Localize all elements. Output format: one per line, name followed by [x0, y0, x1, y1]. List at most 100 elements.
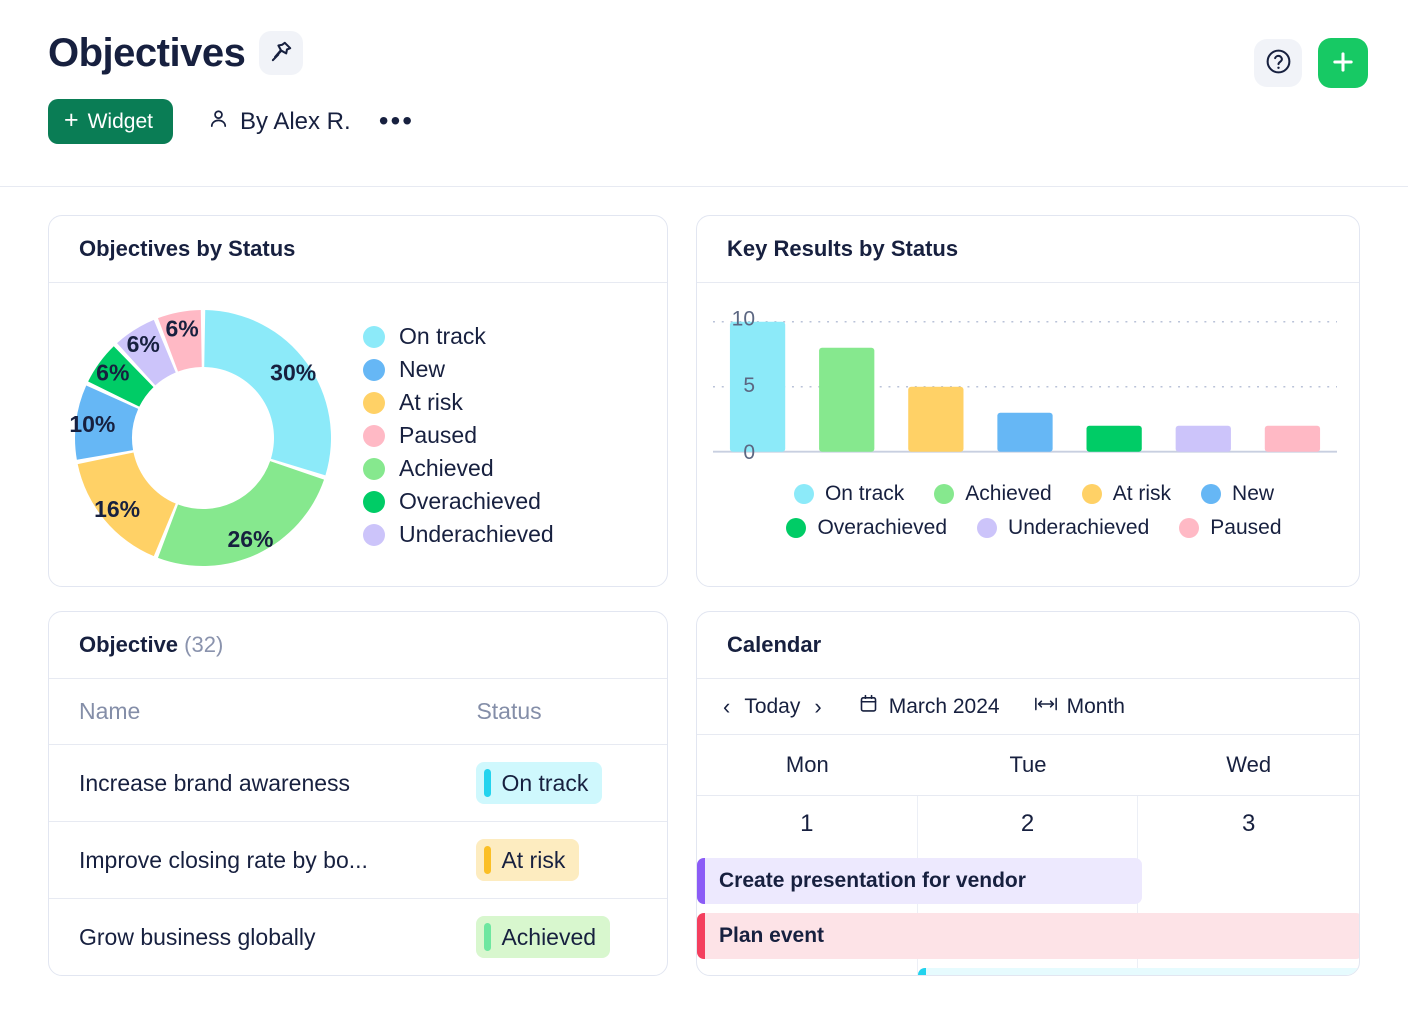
- legend-color-dot: [363, 326, 385, 348]
- legend-color-dot: [794, 484, 814, 504]
- calendar-body: 123 Create presentation for vendorPlan e…: [697, 796, 1359, 975]
- table-row[interactable]: Improve closing rate by bo... At risk: [49, 822, 667, 899]
- more-options-button[interactable]: •••: [373, 105, 420, 138]
- legend-color-dot: [363, 458, 385, 480]
- legend-item[interactable]: On track: [794, 482, 904, 506]
- add-widget-button[interactable]: + Widget: [48, 99, 173, 144]
- bar[interactable]: [819, 348, 874, 452]
- legend-color-dot: [1082, 484, 1102, 504]
- calendar-event[interactable]: Plan event: [697, 913, 1360, 959]
- card-key-results-by-status: Key Results by Status 0510 On trackAchie…: [696, 215, 1360, 587]
- legend-item[interactable]: New: [363, 356, 667, 383]
- card-body: 30%26%16%10%6%6%6% On trackNewAt riskPau…: [49, 283, 667, 586]
- objective-name-cell: Improve closing rate by bo...: [49, 822, 446, 899]
- owner-filter[interactable]: By Alex R.: [207, 107, 351, 137]
- legend-item[interactable]: Underachieved: [363, 521, 667, 548]
- table-row[interactable]: Increase brand awareness On track: [49, 745, 667, 822]
- legend-item[interactable]: At risk: [363, 389, 667, 416]
- legend-label: On track: [825, 482, 904, 506]
- calendar-day-name: Tue: [918, 735, 1139, 795]
- bar[interactable]: [1087, 426, 1142, 452]
- card-objectives-by-status: Objectives by Status 30%26%16%10%6%6%6% …: [48, 215, 668, 587]
- card-title: Objectives by Status: [49, 216, 667, 283]
- donut-slice-label: 26%: [227, 525, 273, 551]
- person-icon: [207, 107, 230, 137]
- legend-color-dot: [363, 425, 385, 447]
- chevron-left-icon[interactable]: ‹: [723, 694, 730, 720]
- donut-slice[interactable]: [204, 310, 331, 475]
- table-column-header[interactable]: Status: [446, 679, 667, 745]
- card-body: NameStatus Increase brand awareness On tr…: [49, 679, 667, 975]
- bar[interactable]: [908, 387, 963, 452]
- card-title: Objective (32): [49, 612, 667, 679]
- today-button[interactable]: Today: [744, 695, 800, 719]
- bar[interactable]: [997, 413, 1052, 452]
- legend-color-dot: [363, 491, 385, 513]
- legend-label: New: [1232, 482, 1274, 506]
- status-color-bar: [484, 769, 491, 797]
- calendar-icon: [858, 693, 879, 720]
- legend-item[interactable]: Overachieved: [363, 488, 667, 515]
- calendar-event[interactable]: [918, 968, 1360, 976]
- page-header: Objectives + Widget: [0, 0, 1408, 187]
- legend-item[interactable]: At risk: [1082, 482, 1171, 506]
- table-header-row: NameStatus: [49, 679, 667, 745]
- calendar-day-number: 2: [918, 796, 1138, 838]
- event-color-bar: [697, 913, 705, 959]
- pin-button[interactable]: [259, 31, 303, 75]
- view-label: Month: [1067, 695, 1125, 719]
- legend-label: At risk: [1113, 482, 1171, 506]
- legend-item[interactable]: On track: [363, 323, 667, 350]
- calendar-day-name: Mon: [697, 735, 918, 795]
- help-button[interactable]: [1254, 39, 1302, 87]
- legend-label: Paused: [399, 422, 477, 449]
- add-button[interactable]: [1318, 38, 1368, 88]
- status-badge[interactable]: Achieved: [476, 916, 610, 958]
- legend-label: New: [399, 356, 445, 383]
- event-color-bar: [918, 968, 926, 976]
- objective-name-cell: Grow business globally: [49, 899, 446, 976]
- legend-item[interactable]: Achieved: [363, 455, 667, 482]
- status-badge[interactable]: At risk: [476, 839, 579, 881]
- legend-label: Underachieved: [1008, 516, 1149, 540]
- card-objective-table: Objective (32) NameStatus Increase brand…: [48, 611, 668, 976]
- legend-item[interactable]: Paused: [363, 422, 667, 449]
- objective-status-cell: On track: [446, 745, 667, 822]
- bar[interactable]: [1265, 426, 1320, 452]
- add-widget-label: Widget: [88, 110, 153, 134]
- bar[interactable]: [1176, 426, 1231, 452]
- calendar-day-names: MonTueWed: [697, 735, 1359, 796]
- status-badge[interactable]: On track: [476, 762, 602, 804]
- calendar-event[interactable]: Create presentation for vendor: [697, 858, 1142, 904]
- view-selector[interactable]: Month: [1034, 695, 1125, 719]
- legend-item[interactable]: Paused: [1179, 516, 1281, 540]
- bar-chart-y-axis: 0510: [709, 295, 779, 475]
- objective-status-cell: Achieved: [446, 899, 667, 976]
- bar-chart-legend: On track Achieved At risk New Overachieved Un…: [697, 478, 1359, 540]
- owner-filter-label: By Alex R.: [240, 108, 351, 136]
- legend-item[interactable]: Underachieved: [977, 516, 1149, 540]
- table-row[interactable]: Grow business globally Achieved: [49, 899, 667, 976]
- legend-color-dot: [977, 518, 997, 538]
- calendar-events: Create presentation for vendor Plan event: [697, 858, 1359, 976]
- month-selector[interactable]: March 2024: [858, 693, 1000, 720]
- objective-name-cell: Increase brand awareness: [49, 745, 446, 822]
- status-color-bar: [484, 923, 491, 951]
- legend-label: On track: [399, 323, 486, 350]
- calendar-day-number: 1: [697, 796, 917, 838]
- objective-table: NameStatus Increase brand awareness On tr…: [49, 679, 667, 975]
- table-column-header[interactable]: Name: [49, 679, 446, 745]
- legend-item[interactable]: Overachieved: [786, 516, 947, 540]
- legend-label: Overachieved: [817, 516, 947, 540]
- y-axis-tick-label: 5: [743, 374, 755, 397]
- donut-slice-label: 6%: [127, 330, 160, 356]
- chevron-right-icon[interactable]: ›: [814, 694, 821, 720]
- calendar-nav: ‹ Today ›: [723, 694, 822, 720]
- legend-item[interactable]: New: [1201, 482, 1274, 506]
- arrows-horizontal-icon: [1034, 695, 1058, 719]
- status-color-bar: [484, 846, 491, 874]
- legend-item[interactable]: Achieved: [934, 482, 1051, 506]
- legend-label: Underachieved: [399, 521, 554, 548]
- status-label: Achieved: [501, 924, 596, 951]
- page-title: Objectives: [48, 30, 245, 76]
